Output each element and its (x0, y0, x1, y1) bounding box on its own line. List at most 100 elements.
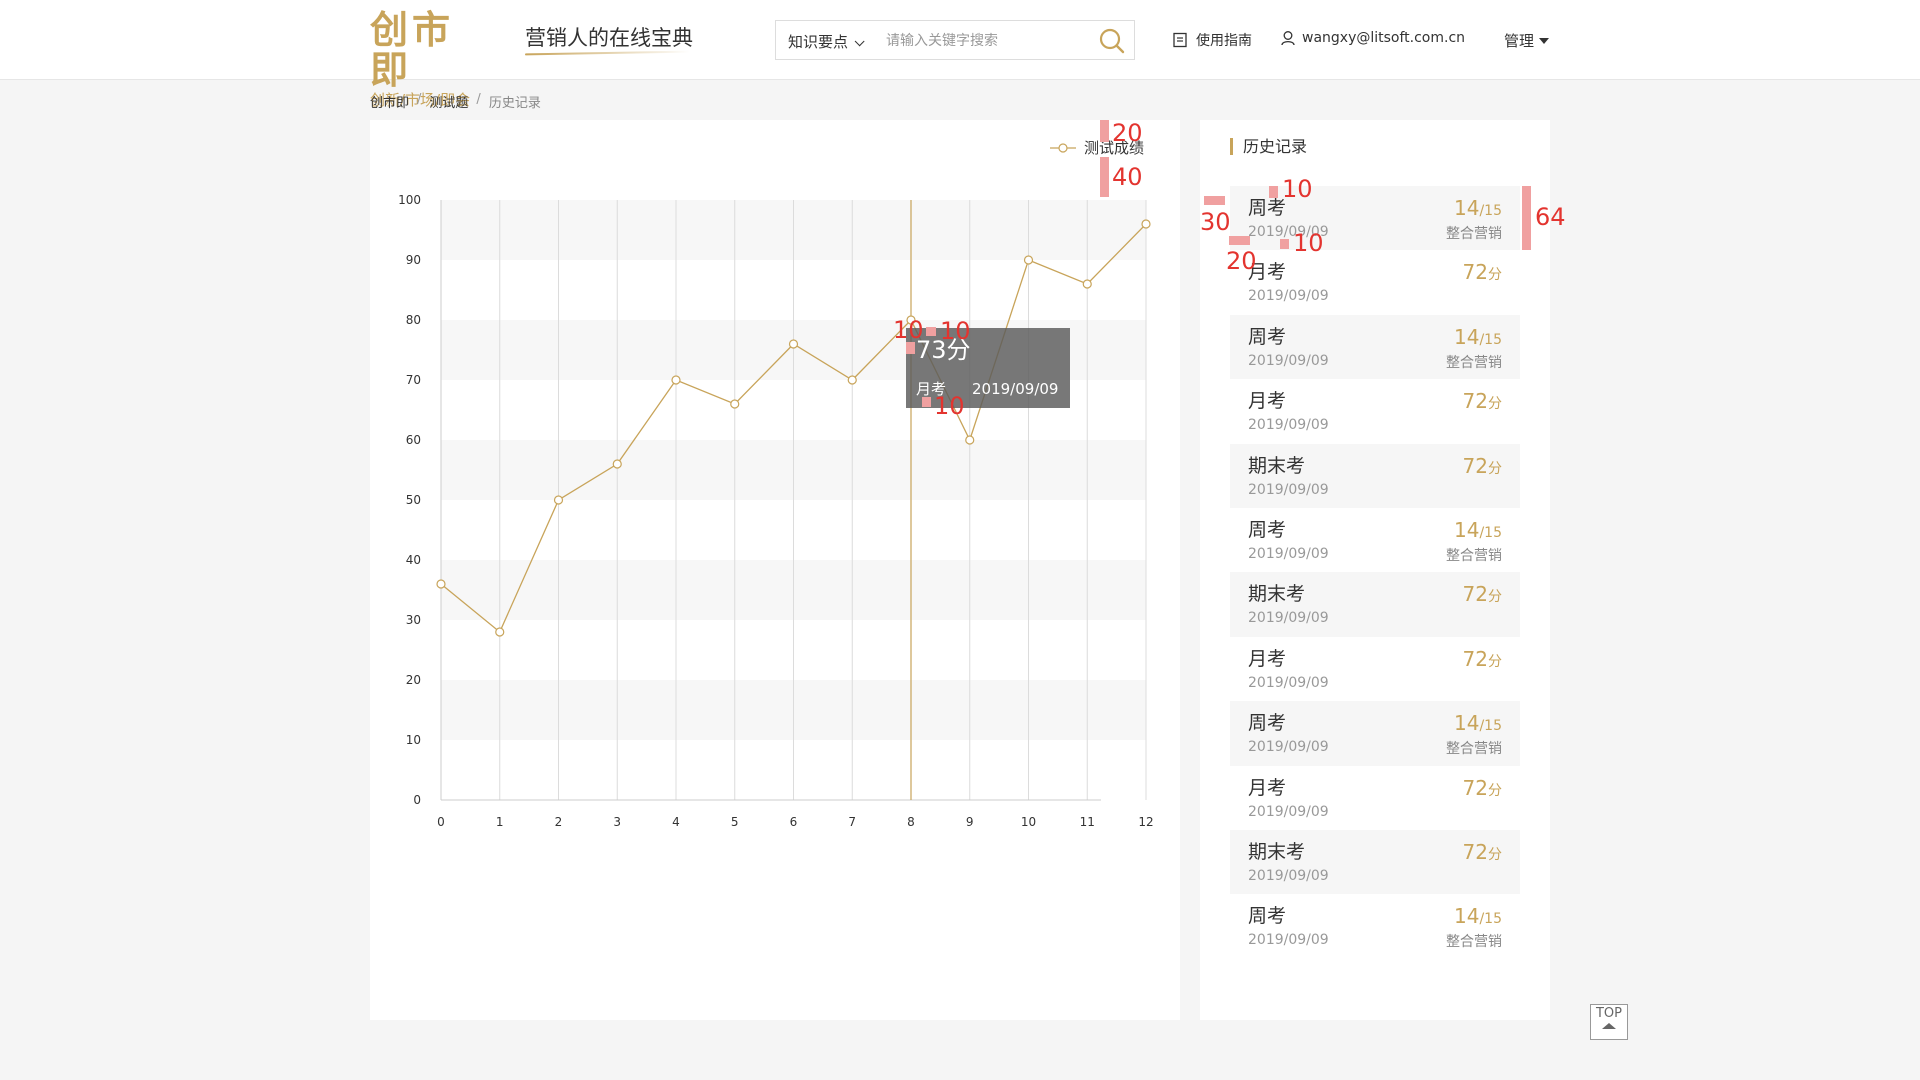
chart-panel: 0 10 20 30 40 50 60 70 80 90 100 0 1 2 3 4 5 6 7 8 9 10 11 12 测试… (370, 120, 1180, 1020)
history-item[interactable]: 月考 2019/09/09 72分 (1230, 637, 1520, 701)
document-icon (1173, 32, 1187, 48)
score-value: 72 (1462, 260, 1488, 285)
data-point (553, 495, 564, 505)
annotation-label: 10 (1293, 229, 1324, 257)
y-tick-label: 50 (406, 493, 421, 507)
history-item[interactable]: 周考 2019/09/09 14/15 整合营销 (1230, 894, 1520, 958)
annotation-bar (1204, 196, 1225, 205)
arrow-up-icon (1602, 1023, 1616, 1029)
score-value: 72 (1462, 389, 1488, 414)
user-email: wangxy@litsoft.com.cn (1302, 30, 1466, 46)
annotation-bar (1280, 239, 1289, 249)
history-item[interactable]: 期末考 2019/09/09 72分 (1230, 443, 1520, 508)
back-to-top-button[interactable]: TOP (1590, 1004, 1628, 1040)
y-tick-label: 40 (406, 553, 421, 567)
history-item[interactable]: 月考 2019/09/09 72分 (1230, 379, 1520, 443)
score-value: 14 (1454, 196, 1480, 220)
history-item[interactable]: 周考 2019/09/09 14/15 整合营销 (1230, 314, 1520, 380)
breadcrumb-separator: / (476, 92, 481, 107)
breadcrumb-separator: / (417, 92, 422, 107)
score-value: 14 (1454, 517, 1480, 542)
score-suffix: 分 (1488, 846, 1502, 863)
data-point (730, 399, 740, 409)
history-item-score: 14/15 (1454, 325, 1502, 349)
score-suffix: 分 (1488, 460, 1502, 477)
breadcrumb-tests[interactable]: 测试题 (429, 92, 468, 111)
annotation-label: 20 (1226, 247, 1257, 275)
x-tick-label: 4 (672, 815, 680, 829)
search-category-label: 知识要点 (788, 33, 849, 51)
history-item-date: 2019/09/09 (1248, 288, 1329, 305)
score-suffix: /15 (1479, 718, 1502, 735)
manage-menu[interactable]: 管理 (1504, 30, 1550, 51)
score-suffix: 分 (1488, 782, 1502, 799)
search-box: 知识要点 (775, 20, 1135, 60)
history-item-category: 整合营销 (1446, 226, 1502, 242)
score-value: 72 (1462, 453, 1488, 478)
x-tick-label: 11 (1080, 815, 1095, 829)
search-icon[interactable] (1098, 27, 1126, 55)
y-tick-label: 90 (406, 253, 421, 267)
user-icon (1281, 31, 1295, 46)
history-item-score: 72分 (1463, 582, 1502, 606)
annotation-bar (926, 327, 936, 336)
score-line-chart[interactable]: 01020304050607080901000 1 2 3 4 5 6 7 8 9 10 11 12测试… (370, 120, 1180, 1020)
history-item-date: 2019/09/09 (1248, 803, 1329, 820)
history-item[interactable]: 期末考 2019/09/09 72分 (1230, 829, 1520, 895)
history-item[interactable]: 月考 2019/09/09 72分 (1230, 250, 1520, 314)
logo[interactable]: 创市即 创新/市场/即会 (370, 10, 495, 109)
history-item-score: 72分 (1463, 840, 1502, 864)
score-suffix: 分 (1488, 653, 1502, 670)
caret-down-icon (1539, 37, 1550, 44)
y-tick-label: 70 (406, 373, 421, 387)
user-account[interactable]: wangxy@litsoft.com.cn (1280, 30, 1465, 46)
breadcrumb-home[interactable]: 创市即 (370, 92, 409, 111)
history-item-score: 72分 (1463, 647, 1502, 671)
history-item[interactable]: 期末考 2019/09/09 72分 (1230, 572, 1520, 637)
x-tick-label: 7 (848, 815, 856, 829)
history-item[interactable]: 周考 2019/09/09 14/15 整合营销 (1230, 508, 1520, 572)
guide-link[interactable]: 使用指南 (1172, 30, 1252, 50)
x-tick-label: 2 (555, 815, 563, 829)
history-item[interactable]: 周考 2019/09/09 14/15 整合营销 (1230, 701, 1520, 766)
data-point (436, 579, 446, 589)
x-tick-label: 8 (907, 815, 915, 829)
history-item-date: 2019/09/09 (1248, 481, 1329, 498)
data-point (788, 339, 799, 349)
search-category-dropdown[interactable]: 知识要点 (788, 31, 865, 52)
history-item-date: 2019/09/09 (1248, 674, 1329, 691)
history-item[interactable]: 月考 2019/09/09 72分 (1230, 766, 1520, 830)
x-tick-label: 1 (496, 815, 504, 829)
header-bar: 创市即 创新/市场/即会 营销人的在线宝典 知识要点 使用指南 wangxy@l… (0, 0, 1920, 109)
history-item-score: 72分 (1463, 454, 1502, 478)
annotation-label: 10 (893, 316, 924, 344)
score-value: 72 (1462, 646, 1488, 671)
annotation-label: 10 (940, 317, 971, 345)
data-point (847, 375, 857, 385)
annotation-label: 40 (1112, 163, 1143, 191)
annotation-bar (1100, 157, 1109, 197)
score-suffix: 分 (1488, 589, 1502, 606)
history-item-score: 14/15 (1454, 518, 1502, 542)
history-item-category: 整合营销 (1446, 547, 1502, 564)
data-point (965, 435, 975, 445)
history-item-date: 2019/09/09 (1248, 610, 1329, 627)
history-item-score: 72分 (1463, 389, 1502, 413)
breadcrumb-current: 历史记录 (488, 96, 541, 111)
history-item-category: 整合营销 (1446, 934, 1502, 951)
y-tick-label: 60 (406, 433, 421, 447)
legend-marker (1058, 143, 1068, 153)
score-suffix: /15 (1479, 911, 1502, 928)
search-input[interactable] (886, 29, 1086, 53)
y-tick-label: 100 (398, 193, 421, 207)
y-tick-label: 0 (413, 793, 421, 807)
score-suffix: /15 (1479, 203, 1502, 219)
data-point (671, 375, 681, 385)
score-value: 14 (1454, 324, 1480, 349)
score-value: 72 (1462, 582, 1488, 607)
history-item-score: 72分 (1463, 776, 1502, 800)
data-point (1141, 219, 1151, 229)
history-item-score: 14/15 (1454, 196, 1502, 220)
manage-label: 管理 (1504, 32, 1535, 50)
history-item-score: 72分 (1463, 260, 1502, 284)
